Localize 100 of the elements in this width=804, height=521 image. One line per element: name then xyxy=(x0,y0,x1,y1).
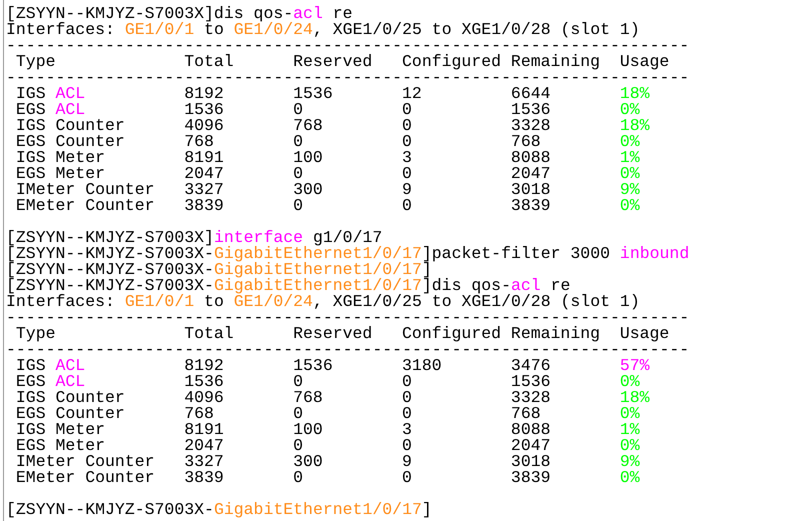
table-cell: 768 xyxy=(510,406,541,422)
column-header: Total xyxy=(184,54,234,70)
dashed-rule: --------------------------------------------------------------------- xyxy=(6,70,690,86)
column-header: Remaining xyxy=(510,326,600,342)
table-cell: 0 xyxy=(402,118,412,134)
table-cell: 1536 xyxy=(510,374,551,390)
column-header: Configured xyxy=(402,54,502,70)
table-cell: 12 xyxy=(402,86,422,102)
table-cell: 100 xyxy=(293,422,323,438)
terminal-line: [ZSYYN--KMJYZ-S7003X-GigabitEthernet1/0/17] xyxy=(6,262,432,278)
table-cell: 300 xyxy=(293,182,323,198)
table-cell: 0 xyxy=(293,134,304,150)
table-cell: 1% xyxy=(620,150,640,166)
table-cell: 0 xyxy=(293,102,304,118)
table-cell: 9 xyxy=(402,454,412,470)
table-cell: EGS Counter xyxy=(16,134,125,150)
table-cell: 1536 xyxy=(184,374,224,390)
table-cell: 300 xyxy=(293,454,323,470)
column-header: Configured xyxy=(402,326,502,342)
column-header: Remaining xyxy=(510,54,600,70)
table-cell: 8192 xyxy=(184,86,224,102)
dashed-rule: --------------------------------------------------------------------- xyxy=(6,310,690,326)
table-cell: 0 xyxy=(402,198,412,214)
table-cell: 100 xyxy=(293,150,323,166)
table-cell: 1536 xyxy=(184,102,224,118)
table-cell: 9% xyxy=(620,182,640,198)
terminal-line: Interfaces: GE1/0/1 to GE1/0/24, XGE1/0/25 to XGE1/0/28 (slot 1) xyxy=(6,22,640,38)
table-cell: 8088 xyxy=(510,422,551,438)
table-cell: 0 xyxy=(402,134,412,150)
table-cell: 3839 xyxy=(184,470,224,486)
table-cell: 0% xyxy=(620,198,640,214)
table-cell: 2047 xyxy=(184,166,224,182)
table-cell: EMeter Counter xyxy=(16,198,155,214)
table-cell: 0 xyxy=(293,406,304,422)
table-cell: 6644 xyxy=(510,86,551,102)
table-cell: IGS Meter xyxy=(16,422,106,438)
terminal-line: [ZSYYN--KMJYZ-S7003X-GigabitEthernet1/0/17]packet-filter 3000 inbound xyxy=(6,246,690,262)
table-cell: 0 xyxy=(402,374,412,390)
table-cell: 18% xyxy=(620,86,650,102)
table-cell: EGS ACL xyxy=(16,374,86,390)
table-cell: IGS ACL xyxy=(16,86,86,102)
table-cell: IGS Counter xyxy=(16,390,125,406)
terminal-line: [ZSYYN--KMJYZ-S7003X]interface g1/0/17 xyxy=(6,230,382,246)
table-cell: IMeter Counter xyxy=(16,454,155,470)
table-cell: 768 xyxy=(293,390,323,406)
table-cell: 3328 xyxy=(510,118,551,134)
table-cell: 18% xyxy=(620,390,650,406)
table-cell: 0 xyxy=(402,102,412,118)
table-cell: 8192 xyxy=(184,358,224,374)
table-cell: 0% xyxy=(620,406,640,422)
table-cell: 3018 xyxy=(510,454,551,470)
column-header: Usage xyxy=(620,326,670,342)
table-cell: 2047 xyxy=(510,438,551,454)
table-cell: 8191 xyxy=(184,422,224,438)
table-cell: 0% xyxy=(620,166,640,182)
table-cell: 0% xyxy=(620,438,640,454)
table-cell: 0 xyxy=(293,470,304,486)
table-cell: 0 xyxy=(293,198,304,214)
table-cell: 4096 xyxy=(184,390,224,406)
table-cell: 3018 xyxy=(510,182,551,198)
table-cell: 3 xyxy=(402,150,412,166)
table-cell: 9 xyxy=(402,182,412,198)
table-cell: 2047 xyxy=(184,438,224,454)
dashed-rule: --------------------------------------------------------------------- xyxy=(6,38,690,54)
table-cell: 0 xyxy=(402,406,412,422)
table-cell: EGS Meter xyxy=(16,166,106,182)
column-header: Reserved xyxy=(293,54,372,70)
table-cell: 3839 xyxy=(510,470,551,486)
table-cell: EMeter Counter xyxy=(16,470,155,486)
column-header: Type xyxy=(16,326,56,342)
table-cell: 3328 xyxy=(510,390,551,406)
table-cell: 0 xyxy=(402,390,412,406)
table-cell: 1% xyxy=(620,422,640,438)
table-cell: 3327 xyxy=(184,182,224,198)
table-cell: 3180 xyxy=(402,358,442,374)
table-cell: 8088 xyxy=(510,150,551,166)
table-cell: 3 xyxy=(402,422,412,438)
table-cell: 2047 xyxy=(510,166,551,182)
table-cell: 0 xyxy=(402,470,412,486)
table-cell: 3476 xyxy=(510,358,551,374)
terminal-line: Interfaces: GE1/0/1 to GE1/0/24, XGE1/0/25 to XGE1/0/28 (slot 1) xyxy=(6,294,640,310)
table-cell: 768 xyxy=(184,134,214,150)
table-cell: IMeter Counter xyxy=(16,182,155,198)
dashed-rule: --------------------------------------------------------------------- xyxy=(6,342,690,358)
terminal-line: [ZSYYN--KMJYZ-S7003X-GigabitEthernet1/0/17] xyxy=(6,502,432,518)
table-cell: 0 xyxy=(293,166,304,182)
table-cell: 0 xyxy=(402,438,412,454)
table-cell: 768 xyxy=(184,406,214,422)
table-cell: 8191 xyxy=(184,150,224,166)
table-cell: 1536 xyxy=(510,102,551,118)
table-cell: 0% xyxy=(620,374,640,390)
table-cell: 4096 xyxy=(184,118,224,134)
table-cell: 3327 xyxy=(184,454,224,470)
column-header: Usage xyxy=(620,54,670,70)
column-header: Type xyxy=(16,54,56,70)
table-cell: 3839 xyxy=(510,198,551,214)
table-cell: 57% xyxy=(620,358,650,374)
table-cell: 0 xyxy=(402,166,412,182)
table-cell: 1536 xyxy=(293,358,333,374)
table-cell: 768 xyxy=(293,118,323,134)
